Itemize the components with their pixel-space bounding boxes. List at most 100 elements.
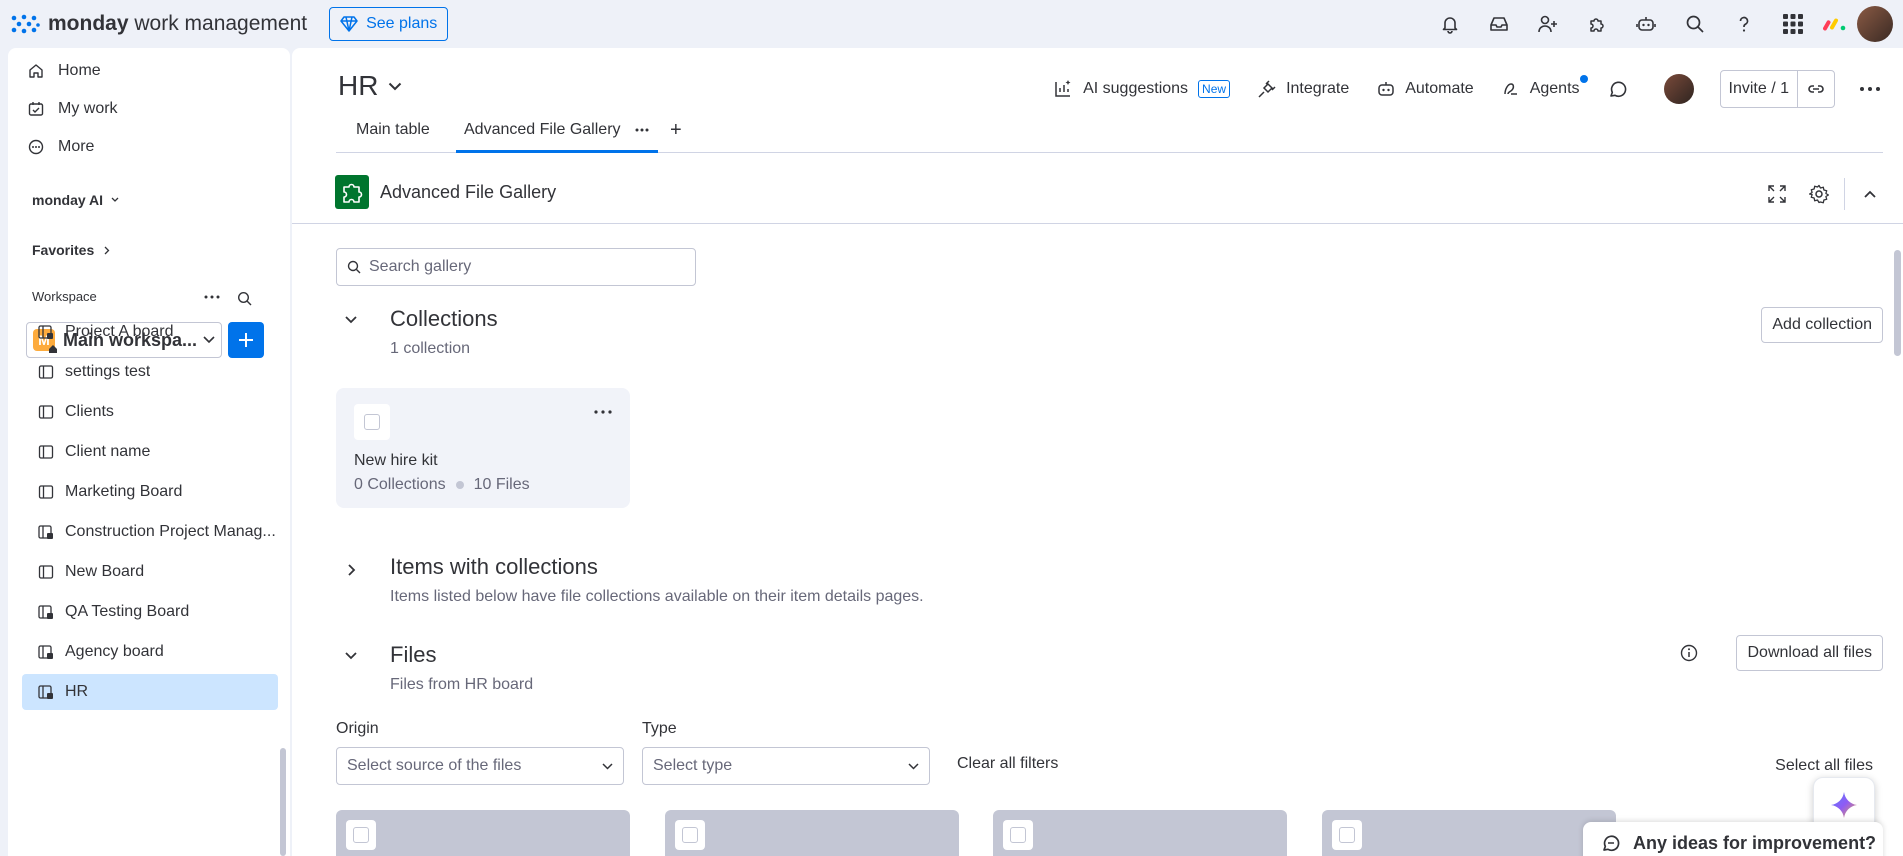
sidebar-board-item[interactable]: QA Testing Board — [22, 594, 278, 630]
more-horizontal-icon[interactable] — [635, 128, 649, 132]
monday-logo[interactable]: monday work management — [10, 12, 307, 36]
sidebar-scrollbar[interactable] — [280, 748, 286, 856]
help-icon[interactable] — [1719, 0, 1768, 48]
content-scrollbar[interactable] — [1894, 250, 1901, 356]
toolbar-divider — [1844, 178, 1845, 210]
sidebar-board-item[interactable]: Client name — [22, 434, 278, 470]
file-checkbox[interactable] — [1010, 827, 1026, 843]
fullscreen-button[interactable] — [1756, 178, 1798, 210]
sidebar-item-my-work[interactable]: My work — [28, 100, 118, 118]
sidebar-item-home[interactable]: Home — [28, 62, 101, 80]
tab-advanced-file-gallery[interactable]: Advanced File Gallery — [464, 112, 649, 148]
file-checkbox[interactable] — [1339, 827, 1355, 843]
user-avatar[interactable] — [1857, 6, 1893, 42]
sidebar-item-label: My work — [58, 100, 118, 117]
new-badge: New — [1198, 80, 1231, 98]
board-icon — [38, 445, 54, 459]
board-menu-button[interactable] — [1851, 87, 1889, 91]
file-checkbox[interactable] — [353, 827, 369, 843]
file-checkbox[interactable] — [682, 827, 698, 843]
file-card[interactable] — [1322, 810, 1616, 856]
sidebar-board-label: Agency board — [65, 643, 164, 660]
sidebar-board-item[interactable]: HR — [22, 674, 278, 710]
files-toggle[interactable] — [344, 651, 358, 660]
brand-name: monday work management — [48, 12, 308, 35]
sidebar-item-label: More — [58, 138, 95, 155]
info-icon[interactable] — [1680, 644, 1698, 662]
sidebar-board-item[interactable]: Construction Project Manag... — [22, 514, 278, 550]
collections-toggle[interactable] — [344, 315, 358, 324]
sidebar-board-item[interactable]: settings test — [22, 354, 278, 390]
file-card[interactable] — [665, 810, 959, 856]
monday-ai-section[interactable]: monday AI — [32, 192, 119, 208]
apps-icon[interactable] — [1572, 0, 1621, 48]
feedback-banner[interactable]: Any ideas for improvement? — [1583, 822, 1883, 856]
search-icon[interactable] — [1670, 0, 1719, 48]
invite-members-icon[interactable] — [1523, 0, 1572, 48]
sidebar-board-item[interactable]: New Board — [22, 554, 278, 590]
integrate-button[interactable]: Integrate — [1258, 80, 1349, 98]
file-checkbox-wrap — [1332, 820, 1362, 850]
collection-card[interactable]: New hire kit 0 Collections 10 Files — [336, 388, 630, 508]
search-gallery-input[interactable] — [369, 258, 669, 276]
inbox-icon[interactable] — [1474, 0, 1523, 48]
agents-icon — [1503, 83, 1517, 95]
sidebar-board-item[interactable]: Clients — [22, 394, 278, 430]
ai-suggestions-button[interactable]: AI suggestions New — [1053, 79, 1231, 99]
app-switcher-icon[interactable] — [1768, 0, 1817, 48]
sidebar-board-label: Marketing Board — [65, 483, 183, 500]
files-title: Files — [390, 642, 437, 667]
chevron-down-icon — [345, 316, 357, 324]
workspace-options-button[interactable] — [200, 288, 224, 306]
collapse-header-button[interactable] — [1849, 178, 1891, 210]
sidebar-board-item[interactable]: Marketing Board — [22, 474, 278, 510]
file-card[interactable] — [993, 810, 1287, 856]
plug-icon — [1258, 80, 1276, 98]
invite-button[interactable]: Invite / 1 — [1721, 71, 1798, 107]
robot-icon[interactable] — [1621, 0, 1670, 48]
items-with-collections-toggle[interactable] — [347, 563, 356, 577]
collection-checkbox[interactable] — [364, 414, 380, 430]
board-title[interactable]: HR — [338, 70, 402, 102]
chevron-right-icon — [348, 564, 356, 576]
type-select[interactable]: Select type — [642, 747, 930, 785]
board-owner-avatar[interactable] — [1663, 74, 1694, 104]
file-card[interactable] — [336, 810, 630, 856]
monday-logo-icon — [11, 14, 40, 34]
add-view-button[interactable]: + — [670, 112, 682, 148]
items-with-collections-title: Items with collections — [390, 554, 598, 579]
copy-link-button[interactable] — [1798, 71, 1834, 107]
search-gallery-field[interactable] — [336, 248, 696, 286]
agents-button[interactable]: Agents — [1502, 75, 1588, 98]
tab-label: Advanced File Gallery — [464, 121, 621, 138]
invite-label: Invite / 1 — [1728, 80, 1789, 97]
sidebar-board-item[interactable]: Agency board — [22, 634, 278, 670]
collection-menu-button[interactable] — [594, 410, 612, 414]
app-settings-button[interactable] — [1798, 178, 1840, 210]
updates-button[interactable] — [1608, 79, 1638, 99]
board-locked-icon — [38, 605, 53, 619]
origin-select[interactable]: Select source of the files — [336, 747, 624, 785]
sidebar-item-more[interactable]: More — [28, 138, 94, 156]
see-plans-button[interactable]: See plans — [329, 7, 449, 41]
favorites-section[interactable]: Favorites — [32, 242, 110, 258]
automate-button[interactable]: Automate — [1377, 80, 1474, 98]
sidebar-board-label: QA Testing Board — [65, 603, 190, 620]
add-collection-button[interactable]: Add collection — [1761, 307, 1883, 343]
select-all-files-button[interactable]: Select all files — [1775, 757, 1873, 775]
workspace-search-button[interactable] — [234, 288, 254, 308]
chevron-down-icon — [908, 762, 919, 770]
download-all-files-label: Download all files — [1747, 644, 1872, 661]
download-all-files-button[interactable]: Download all files — [1736, 635, 1883, 671]
sparkle-icon — [1831, 792, 1857, 818]
workspace-section-label: Workspace — [32, 289, 97, 304]
monday-product-logo[interactable] — [1817, 6, 1853, 42]
top-bar: monday work management See plans — [0, 0, 1903, 48]
board-main-panel: HR AI suggestions New Integrate Automate… — [292, 48, 1903, 856]
clear-all-filters-button[interactable]: Clear all filters — [957, 755, 1058, 773]
bell-icon[interactable] — [1425, 0, 1474, 48]
sidebar-board-item[interactable]: Project A board — [22, 314, 278, 350]
file-checkbox-wrap — [675, 820, 705, 850]
more-horizontal-icon — [1860, 87, 1880, 91]
tab-main-table[interactable]: Main table — [356, 112, 430, 148]
